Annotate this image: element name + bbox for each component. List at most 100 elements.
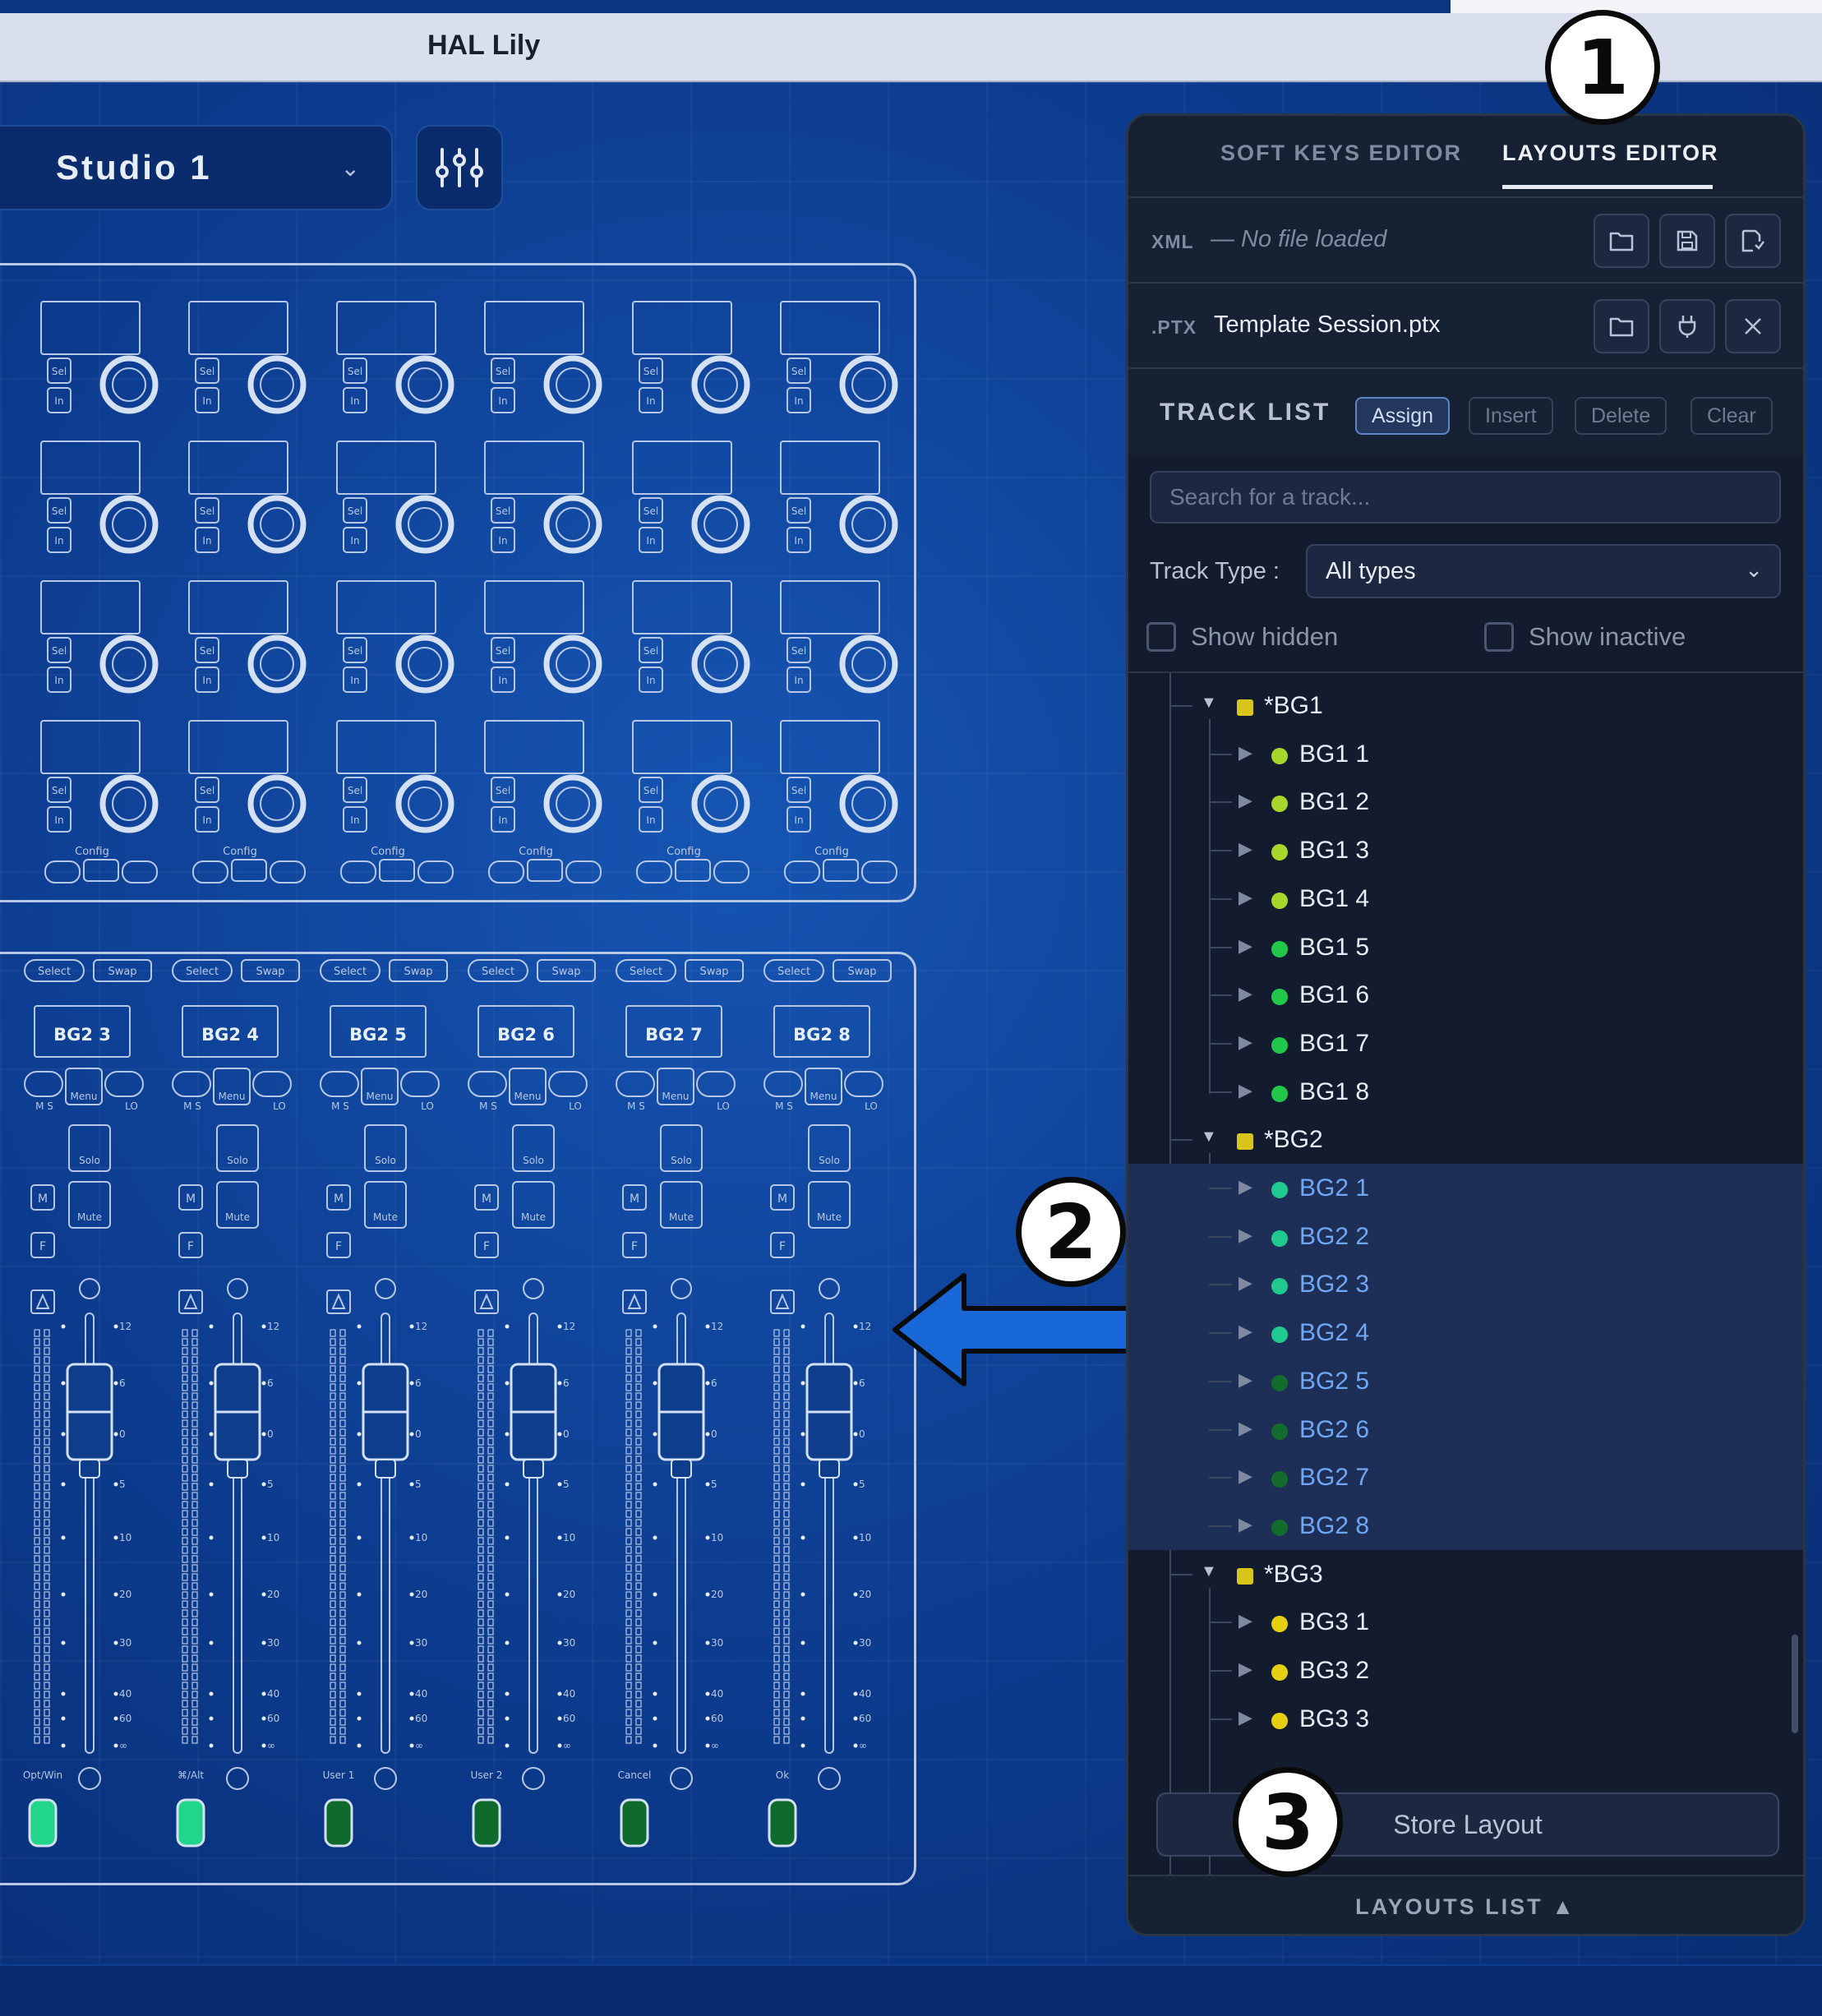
meter-segment: [487, 1564, 494, 1572]
expand-triangle-icon[interactable]: ▶: [1238, 1225, 1252, 1246]
xml-save-as-button[interactable]: [1725, 214, 1781, 268]
expand-triangle-icon[interactable]: ▶: [1238, 838, 1252, 860]
meter-segment: [44, 1474, 50, 1482]
studio-dropdown[interactable]: Studio 1 ⌄: [0, 125, 393, 210]
expand-triangle-icon[interactable]: ▶: [1238, 887, 1252, 908]
expand-triangle-icon[interactable]: ▼: [1201, 694, 1217, 713]
tree-folder-row[interactable]: ▼ *BG2: [1128, 1115, 1803, 1528]
tree-track-row[interactable]: ▶ BG2 1: [1128, 1164, 1803, 1212]
ptx-connect-button[interactable]: [1659, 299, 1715, 353]
tree-track-row[interactable]: ▶ BG2 5: [1128, 1356, 1803, 1405]
show-hidden-toggle[interactable]: Show hidden: [1146, 622, 1338, 652]
display-screen: [484, 580, 584, 634]
expand-triangle-icon[interactable]: ▶: [1238, 1321, 1252, 1342]
expand-triangle-icon[interactable]: ▶: [1238, 1514, 1252, 1535]
tree-folder-row[interactable]: ▼ *BG3: [1128, 1550, 1803, 1880]
tree-scrollbar[interactable]: [1792, 1635, 1798, 1733]
scale-dot: [653, 1743, 657, 1748]
insert-button[interactable]: Insert: [1469, 397, 1553, 435]
rotary-knob: [99, 634, 159, 694]
meter-segment: [34, 1401, 40, 1409]
ms-label: M S: [331, 1100, 349, 1112]
lo-key: [104, 1071, 144, 1097]
expand-triangle-icon[interactable]: ▶: [1238, 1658, 1252, 1680]
scale-label: 30: [119, 1637, 131, 1649]
tree-track-row[interactable]: ▶ BG2 2: [1128, 1211, 1803, 1261]
meter-segment: [191, 1555, 198, 1563]
expand-triangle-icon[interactable]: ▶: [1238, 1080, 1252, 1101]
assign-button[interactable]: Assign: [1355, 397, 1451, 435]
meter-segment: [182, 1618, 188, 1626]
tree-track-row[interactable]: ▶ BG3 1: [1128, 1598, 1803, 1646]
clear-button[interactable]: Clear: [1691, 397, 1773, 435]
meter-segment: [34, 1682, 40, 1690]
meter-segment: [182, 1501, 188, 1509]
tree-track-row[interactable]: ▶ BG1 1: [1128, 730, 1803, 778]
tree-track-row[interactable]: ▶ BG2 6: [1128, 1405, 1803, 1454]
tree-track-row[interactable]: ▶ BG2 8: [1128, 1501, 1803, 1550]
mixer-settings-button[interactable]: [416, 125, 503, 210]
expand-triangle-icon[interactable]: ▶: [1238, 1031, 1252, 1053]
xml-save-button[interactable]: [1659, 214, 1715, 268]
expand-triangle-icon[interactable]: ▶: [1238, 1707, 1252, 1728]
fader-cap-stem: [671, 1459, 692, 1479]
ptx-close-button[interactable]: [1725, 299, 1781, 353]
scale-dot: [61, 1640, 66, 1645]
lo-key: [548, 1071, 588, 1097]
tree-track-row[interactable]: ▶ BG1 8: [1128, 1068, 1803, 1116]
tree-track-row[interactable]: ▶ BG3 3: [1128, 1695, 1803, 1743]
meter-segment: [783, 1555, 790, 1563]
tab-layouts-editor[interactable]: LAYOUTS EDITOR: [1502, 141, 1719, 166]
meter-segment: [182, 1537, 188, 1545]
xml-file-row: XML — No file loaded: [1128, 198, 1803, 284]
tab-soft-keys-editor[interactable]: SOFT KEYS EDITOR: [1220, 141, 1462, 166]
xml-open-button[interactable]: [1594, 214, 1649, 268]
show-inactive-checkbox[interactable]: [1484, 622, 1514, 652]
tree-track-row[interactable]: ▶ BG2 3: [1128, 1260, 1803, 1309]
meter-segment: [191, 1609, 198, 1617]
tree-track-row[interactable]: ▶ BG3 2: [1128, 1646, 1803, 1695]
show-hidden-checkbox[interactable]: [1146, 622, 1176, 652]
meter-segment: [191, 1537, 198, 1545]
expand-triangle-icon[interactable]: ▶: [1238, 1176, 1252, 1197]
expand-triangle-icon[interactable]: ▶: [1238, 790, 1252, 811]
expand-triangle-icon[interactable]: ▶: [1238, 742, 1252, 763]
tree-track-row[interactable]: ▶ BG1 5: [1128, 923, 1803, 971]
expand-triangle-icon[interactable]: ▶: [1238, 1272, 1252, 1294]
meter-segment: [44, 1392, 50, 1400]
tree-track-row[interactable]: ▶ BG2 7: [1128, 1453, 1803, 1502]
meter-segment: [339, 1483, 346, 1491]
meter-segment: [783, 1492, 790, 1500]
tree-track-row[interactable]: ▶ BG1 7: [1128, 1019, 1803, 1068]
tree-track-row[interactable]: ▶ BG2 4: [1128, 1308, 1803, 1358]
track-type-dropdown[interactable]: All types ⌄: [1306, 544, 1781, 598]
expand-triangle-icon[interactable]: ▶: [1238, 983, 1252, 1004]
scale-dot: [61, 1381, 66, 1386]
expand-triangle-icon[interactable]: ▶: [1238, 1465, 1252, 1487]
tree-track-row[interactable]: ▶ BG1 2: [1128, 777, 1803, 826]
tree-track-row[interactable]: ▶ BG1 3: [1128, 826, 1803, 874]
expand-triangle-icon[interactable]: ▶: [1238, 1369, 1252, 1391]
track-search-input[interactable]: Search for a track...: [1150, 471, 1781, 524]
meter-segment: [635, 1645, 642, 1654]
meter-segment: [339, 1627, 346, 1635]
ptx-open-button[interactable]: [1594, 299, 1649, 353]
config-center-key: [527, 859, 563, 882]
expand-triangle-icon[interactable]: ▼: [1201, 1128, 1217, 1146]
tree-track-row[interactable]: ▶ BG1 4: [1128, 874, 1803, 923]
scale-dot: [261, 1324, 266, 1329]
expand-triangle-icon[interactable]: ▼: [1201, 1562, 1217, 1581]
show-inactive-toggle[interactable]: Show inactive: [1484, 622, 1686, 652]
layouts-list-toggle[interactable]: LAYOUTS LIST ▲: [1128, 1894, 1803, 1920]
meter-segment: [34, 1347, 40, 1355]
meter-segment: [487, 1383, 494, 1391]
expand-triangle-icon[interactable]: ▶: [1238, 1418, 1252, 1439]
tree-folder-row[interactable]: ▼ *BG1: [1128, 681, 1803, 1094]
layouts-list-bar[interactable]: LAYOUTS LIST ▲: [1128, 1875, 1803, 1934]
tree-track-row[interactable]: ▶ BG1 6: [1128, 971, 1803, 1019]
delete-button[interactable]: Delete: [1575, 397, 1667, 435]
meter-segment: [487, 1437, 494, 1446]
expand-triangle-icon[interactable]: ▶: [1238, 1610, 1252, 1631]
expand-triangle-icon[interactable]: ▶: [1238, 935, 1252, 957]
scale-dot: [705, 1535, 710, 1540]
